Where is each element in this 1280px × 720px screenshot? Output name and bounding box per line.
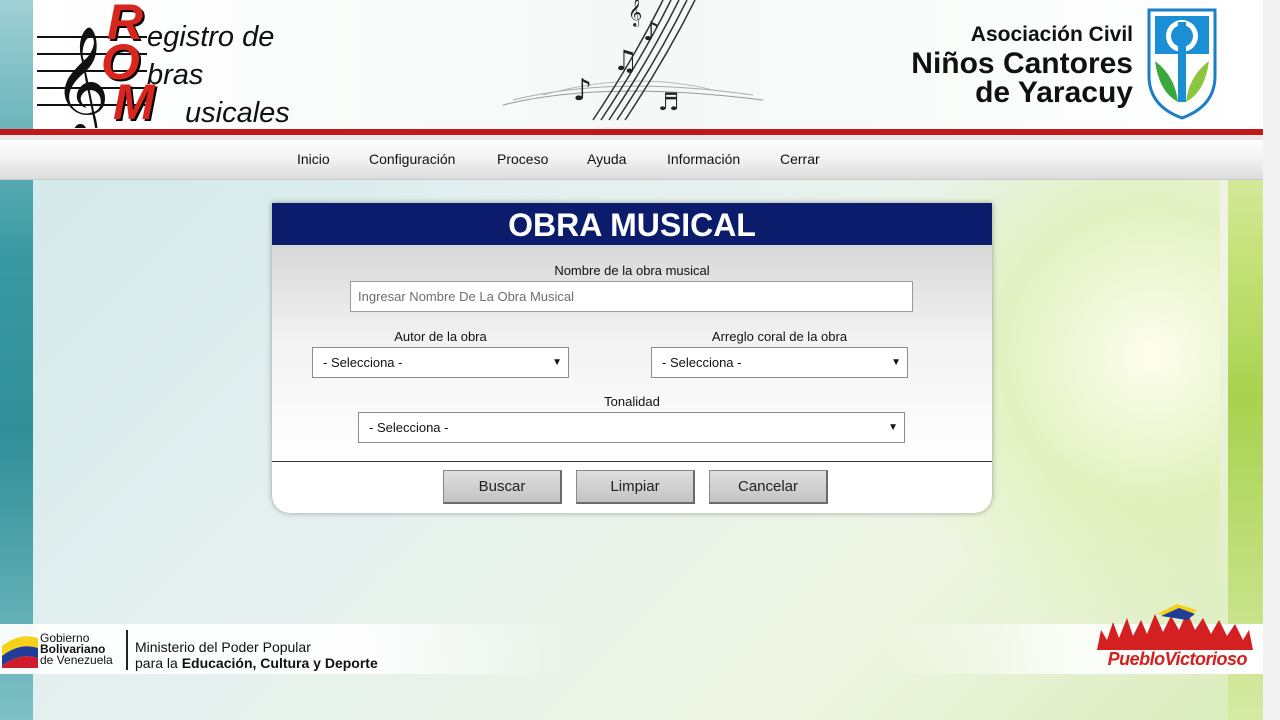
nav-cerrar[interactable]: Cerrar: [780, 151, 820, 167]
arreglo-select-value: - Selecciona -: [662, 355, 742, 370]
arreglo-select[interactable]: - Selecciona - ▼: [651, 347, 908, 378]
header-banner: 𝄞 R O M egistro de bras usicales ♪ ♫ ♪ ♬…: [33, 0, 1263, 142]
pueblo-victorioso-text: PuebloVictorioso: [1107, 649, 1248, 669]
main-nav: Inicio Configuración Proceso Ayuda Infor…: [0, 140, 1263, 180]
form-divider: [272, 461, 992, 462]
limpiar-button[interactable]: Limpiar: [576, 470, 695, 504]
rom-logo: 𝄞 R O M egistro de bras usicales: [37, 0, 337, 142]
arreglo-label: Arreglo coral de la obra: [711, 329, 848, 344]
nombre-input[interactable]: [350, 281, 913, 312]
nav-ayuda[interactable]: Ayuda: [587, 151, 626, 167]
crowd-icon: [1097, 604, 1253, 650]
gob-line-3: de Venezuela: [40, 653, 113, 667]
svg-text:♬: ♬: [658, 88, 680, 116]
nombre-label: Nombre de la obra musical: [554, 263, 710, 278]
nav-informacion[interactable]: Información: [667, 151, 740, 167]
svg-text:♫: ♫: [613, 44, 638, 77]
min-line-2-prefix: para la: [135, 655, 182, 671]
svg-text:♪: ♪: [643, 17, 660, 47]
music-notes-art: ♪ ♫ ♪ ♬ 𝄞: [502, 0, 763, 121]
assoc-line-3: de Yaracuy: [975, 76, 1133, 109]
autor-label: Autor de la obra: [394, 329, 487, 344]
assoc-line-1: Asociación Civil: [970, 23, 1133, 46]
autor-select[interactable]: - Selecciona - ▼: [312, 347, 569, 378]
tonalidad-label: Tonalidad: [604, 394, 660, 409]
association-name: Asociación Civil Niños Cantores de Yarac…: [911, 20, 1133, 109]
assoc-line-2: Niños Cantores: [911, 47, 1133, 80]
tonalidad-select[interactable]: - Selecciona - ▼: [358, 412, 905, 443]
chevron-down-icon: ▼: [891, 357, 901, 368]
gobierno-text: Gobierno Bolivariano de Venezuela: [40, 632, 113, 667]
form-title: OBRA MUSICAL: [272, 203, 992, 245]
obra-musical-form: OBRA MUSICAL Nombre de la obra musical A…: [272, 203, 992, 513]
rom-word-2: bras: [147, 59, 204, 91]
buscar-button[interactable]: Buscar: [443, 470, 562, 504]
nav-inicio[interactable]: Inicio: [297, 151, 330, 167]
nav-proceso[interactable]: Proceso: [497, 151, 548, 167]
form-body: Nombre de la obra musical Autor de la ob…: [272, 245, 992, 461]
left-decor-strip: [0, 0, 33, 720]
scrollbar-track[interactable]: [1263, 0, 1280, 720]
cancelar-button[interactable]: Cancelar: [709, 470, 828, 504]
footer-separator: [126, 630, 128, 670]
nav-configuracion[interactable]: Configuración: [369, 151, 455, 167]
rom-words: egistro de bras usicales: [147, 18, 290, 132]
min-line-1: Ministerio del Poder Popular: [135, 639, 311, 655]
chevron-down-icon: ▼: [552, 357, 562, 368]
svg-text:𝄞: 𝄞: [628, 0, 642, 27]
min-line-2-bold: Educación, Cultura y Deporte: [181, 655, 378, 671]
ministerio-text: Ministerio del Poder Popular para la Edu…: [135, 639, 378, 671]
svg-text:♪: ♪: [573, 73, 592, 108]
rom-word-3: usicales: [185, 97, 290, 129]
chevron-down-icon: ▼: [888, 422, 898, 433]
autor-select-value: - Selecciona -: [323, 355, 403, 370]
pueblo-victorioso-logo: PuebloVictorioso: [1087, 600, 1257, 672]
venezuela-flag-icon: [2, 636, 38, 668]
rom-word-1: egistro de: [147, 21, 275, 53]
footer-banner: Gobierno Bolivariano de Venezuela Minist…: [0, 604, 1263, 674]
association-logo-icon: [1147, 8, 1217, 120]
tonalidad-select-value: - Selecciona -: [369, 420, 449, 435]
